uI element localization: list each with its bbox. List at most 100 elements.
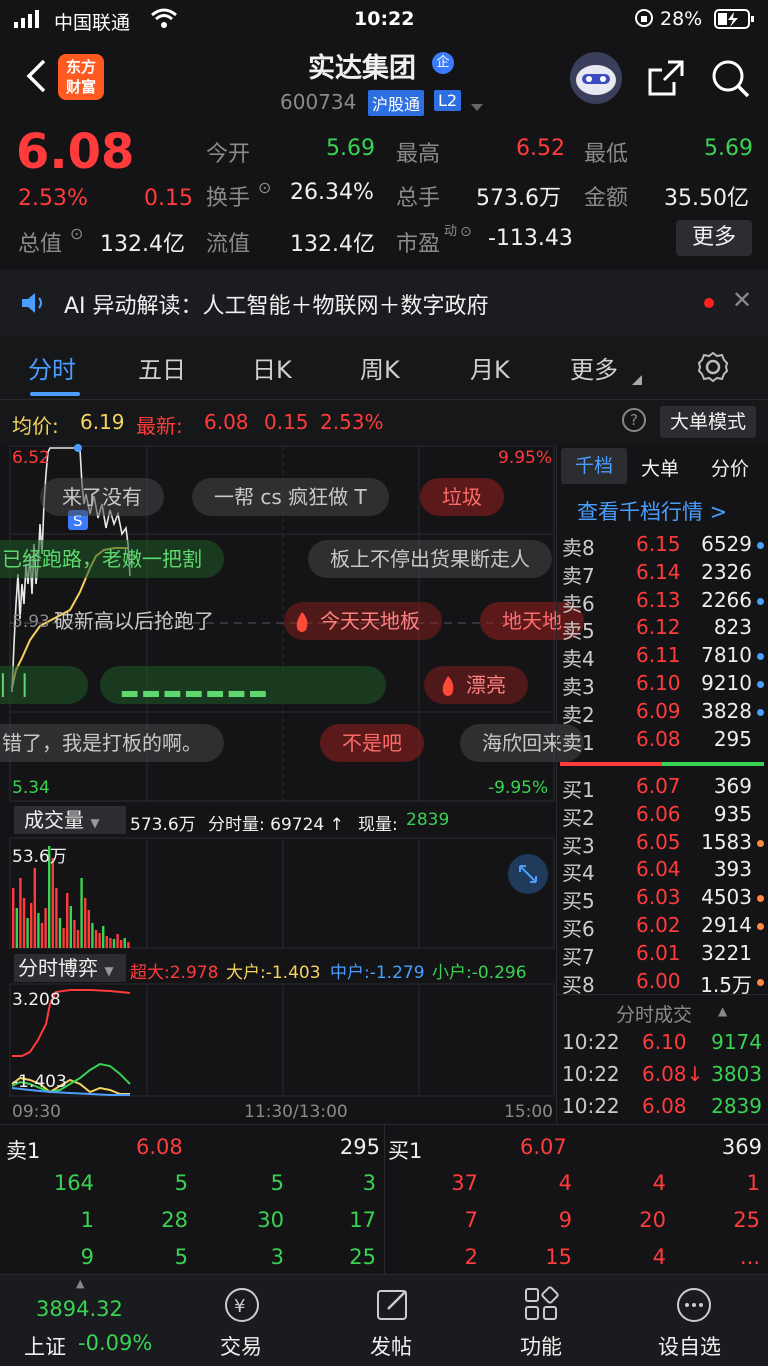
info-icon[interactable]: ⊙ [70,224,83,243]
last-value: 6.08 [204,410,249,434]
post-icon[interactable] [374,1285,414,1329]
nav-trade[interactable]: 交易 [220,1331,262,1361]
amount-value: 35.50亿 [664,186,749,211]
more-dots-icon[interactable] [674,1285,714,1329]
ask-row[interactable]: 卖8 6.15 6529 [560,532,768,560]
wifi-icon [150,8,178,35]
volume-bar [109,938,112,948]
tab-daily-k[interactable]: 日K [252,350,292,385]
queue-bid-cell: 37 [451,1171,478,1195]
nav-post[interactable]: 发帖 [370,1331,412,1361]
tab-more[interactable]: 更多 [570,350,618,385]
nav-add-watchlist[interactable]: 设自选 [658,1331,721,1361]
status-bar: 中国联通 10:22 28% [0,0,768,40]
tab-price-dist[interactable]: 分价 [711,454,749,481]
index-value[interactable]: 3894.32 [36,1297,123,1321]
bid-row[interactable]: 买2 6.06 935 [560,802,768,830]
tab-thousand-levels[interactable]: 千档 [561,448,627,484]
danmu-bubble[interactable]: 一帮 cs 疯狂做 T [192,478,389,516]
small-value: 小户:-0.296 [432,963,527,983]
expand-up-icon[interactable]: ▲ [76,1277,84,1290]
danmu-bubble[interactable]: ▂▂▂▂▂▂▂ [100,666,386,704]
robot-assistant-icon[interactable] [568,50,624,110]
help-icon[interactable]: ? [622,408,646,432]
bid-level-label: 买8 [562,972,595,997]
tab-monthly-k[interactable]: 月K [470,350,510,385]
tick-time: 10:22 [562,1030,620,1054]
danmu-bubble[interactable]: 错了，我是打板的啊。 [0,724,224,762]
search-icon[interactable] [710,58,752,104]
bid-row[interactable]: 买8 6.00 1.5万 [560,969,768,997]
mid-value: 中户:-1.279 [330,963,425,983]
ask-level-price: 6.11 [636,643,681,668]
danmu-bubble[interactable]: 不是吧 [320,724,424,762]
ask-row[interactable]: 卖7 6.14 2326 [560,560,768,588]
game-selector[interactable]: 分时博弈 ▼ [14,954,126,982]
ask-row[interactable]: 卖5 6.12 823 [560,615,768,643]
game-top: 3.208 [12,990,61,1010]
ask-level-volume: 823 [713,615,752,640]
stock-name: 实达集团 [308,53,416,84]
dropdown-icon[interactable] [470,98,484,117]
tab-weekly-k[interactable]: 周K [360,350,400,385]
view-levels-link[interactable]: 查看千档行情 > [577,496,727,526]
functions-icon[interactable] [522,1285,562,1329]
danmu-bubble[interactable]: 垃圾 [420,478,504,516]
ask-level-volume: 2326 [701,559,752,584]
queue-bid-cell: 1 [746,1171,760,1195]
info-icon[interactable]: ⊙ [460,224,472,240]
back-icon[interactable] [24,58,48,98]
volume-total: 573.6万 [130,815,196,835]
bid-row[interactable]: 买4 6.04 393 [560,857,768,885]
danmu-bubble[interactable]: 已经跑路，老嫩一把割 [0,540,224,578]
bid-row[interactable]: 买6 6.02 2914 [560,913,768,941]
turnover-value: 26.34% [290,180,374,205]
bid-level-price: 6.00 [636,968,681,993]
volume-bar [127,942,130,948]
battery-icon [714,8,756,35]
share-icon[interactable] [646,58,686,102]
danmu-bubble[interactable]: 破新高以后抢跑了 [40,602,236,640]
ask-row[interactable]: 卖4 6.11 7810 [560,643,768,671]
close-icon[interactable]: ✕ [732,286,752,314]
corner-caret-icon [632,370,642,389]
ai-notice-bar[interactable]: AI 异动解读：人工智能＋物联网＋数字政府 ✕ [0,270,768,336]
info-icon[interactable]: ⊙ [258,178,271,197]
ticks-title[interactable]: 分时成交 [616,1000,692,1027]
ask-level-volume: 9210 [701,671,752,695]
volume-bar [105,936,108,948]
expand-icon[interactable] [508,854,548,894]
danmu-bubble[interactable]: 板上不停出货果断走人 [308,540,552,578]
tick-time: 10:22 [562,1094,620,1118]
level-badge[interactable]: L2 [434,90,462,111]
ask-row[interactable]: 卖2 6.09 3828 [560,699,768,727]
bid-row[interactable]: 买7 6.01 3221 [560,941,768,969]
volume-selector[interactable]: 成交量 ▼ [14,806,126,834]
market-badge[interactable]: 沪股通 [368,90,425,116]
volume-bar [112,939,116,948]
enterprise-badge: 企 [432,52,454,74]
tick-vol: 2839 [711,1094,762,1118]
bid-row[interactable]: 买5 6.03 4503 [560,885,768,913]
ask-row[interactable]: 卖6 6.13 2266 [560,588,768,616]
trade-icon[interactable]: ¥ [222,1285,262,1329]
volume-bar [37,913,40,948]
tab-intraday[interactable]: 分时 [28,350,76,385]
settings-icon[interactable] [696,350,730,388]
tab-big-orders[interactable]: 大单 [641,454,679,481]
bid-row[interactable]: 买1 6.07 369 [560,774,768,802]
ask-row[interactable]: 卖3 6.10 9210 [560,671,768,699]
big-order-mode-button[interactable]: 大单模式 [660,406,756,438]
danmu-bubble[interactable]: ▏ ▏ [0,666,88,704]
ask-row[interactable]: 卖1 6.08 295 [560,727,768,755]
more-button[interactable]: 更多 [676,220,752,256]
queue-bid-cell: ... [739,1245,760,1269]
nav-functions[interactable]: 功能 [520,1331,562,1361]
danmu-bubble[interactable]: 来了没有 [40,478,164,516]
tab-five-day[interactable]: 五日 [138,350,186,385]
collapse-icon[interactable]: ▲ [718,1004,727,1018]
bid-row[interactable]: 买3 6.05 1583 [560,830,768,858]
volume-bar [62,928,65,948]
queue-bid-cell: 9 [558,1208,572,1232]
ask-level-label: 卖7 [562,563,595,588]
